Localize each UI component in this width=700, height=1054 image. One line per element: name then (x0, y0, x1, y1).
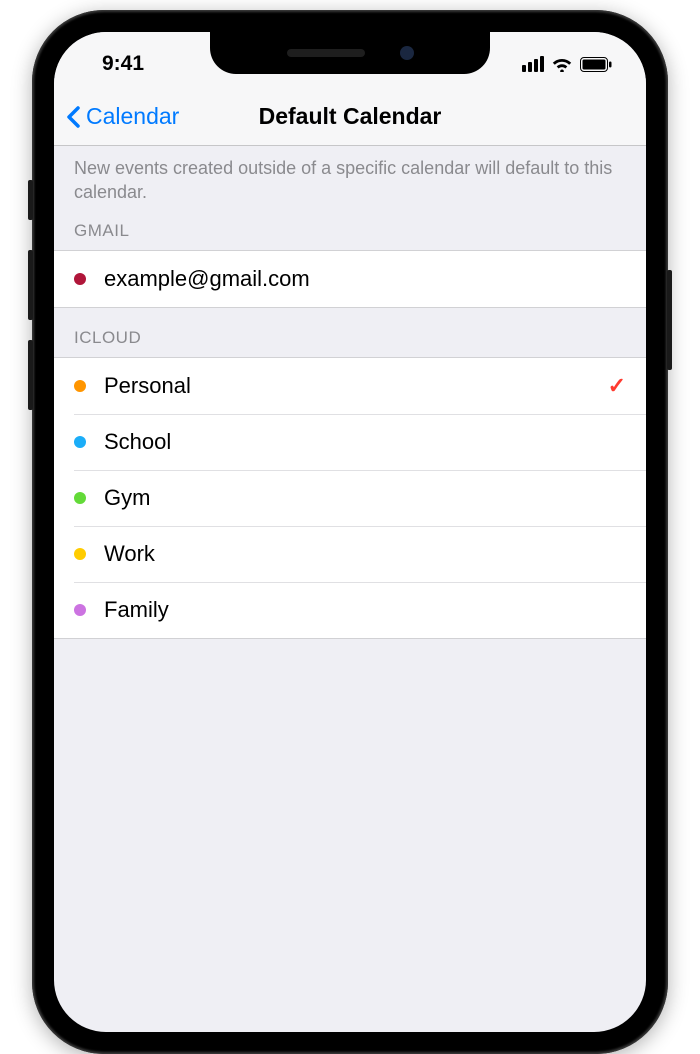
color-dot-icon (74, 380, 86, 392)
speaker-grille (287, 49, 365, 57)
volume-up-button (28, 250, 33, 320)
calendar-row-label: Work (104, 541, 626, 567)
back-button[interactable]: Calendar (66, 103, 179, 130)
status-time: 9:41 (86, 44, 144, 76)
cellular-signal-icon (522, 56, 544, 72)
calendar-row-label: Personal (104, 373, 608, 399)
color-dot-icon (74, 436, 86, 448)
checkmark-icon: ✓ (608, 373, 626, 399)
calendar-row-label: example@gmail.com (104, 266, 626, 292)
list-group-gmail: example@gmail.com (54, 250, 646, 308)
color-dot-icon (74, 492, 86, 504)
page-title: Default Calendar (259, 103, 442, 130)
section-description: New events created outside of a specific… (54, 146, 646, 219)
color-dot-icon (74, 273, 86, 285)
back-button-label: Calendar (86, 103, 179, 130)
chevron-left-icon (66, 105, 82, 129)
battery-icon (580, 57, 612, 72)
section-header-icloud: ICLOUD (54, 308, 646, 357)
calendar-row-label: Family (104, 597, 626, 623)
calendar-row-work[interactable]: Work (54, 526, 646, 582)
calendar-row-gmail-example[interactable]: example@gmail.com (54, 251, 646, 307)
color-dot-icon (74, 548, 86, 560)
mute-switch (28, 180, 33, 220)
screen: 9:41 Calendar Default Calendar (54, 32, 646, 1032)
section-header-gmail: GMAIL (54, 219, 646, 250)
power-button (667, 270, 672, 370)
calendar-row-label: Gym (104, 485, 626, 511)
list-group-icloud: Personal ✓ School Gym Work Family (54, 357, 646, 639)
calendar-row-family[interactable]: Family (54, 582, 646, 638)
phone-frame: 9:41 Calendar Default Calendar (32, 10, 668, 1054)
color-dot-icon (74, 604, 86, 616)
calendar-row-personal[interactable]: Personal ✓ (54, 358, 646, 414)
calendar-row-school[interactable]: School (54, 414, 646, 470)
navigation-bar: Calendar Default Calendar (54, 88, 646, 146)
calendar-row-label: School (104, 429, 626, 455)
status-indicators (522, 48, 614, 72)
wifi-icon (551, 56, 573, 72)
calendar-row-gym[interactable]: Gym (54, 470, 646, 526)
front-camera (400, 46, 414, 60)
notch (210, 32, 490, 74)
content-area: New events created outside of a specific… (54, 146, 646, 639)
volume-down-button (28, 340, 33, 410)
